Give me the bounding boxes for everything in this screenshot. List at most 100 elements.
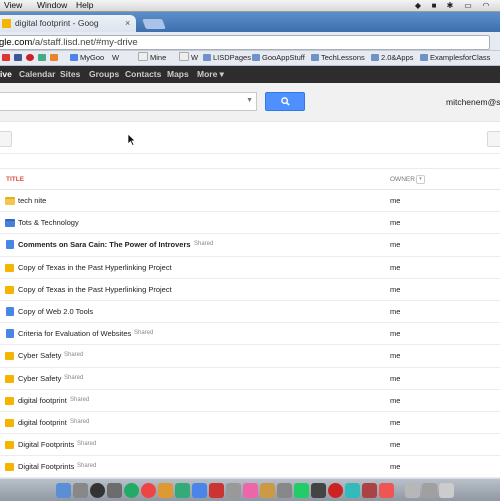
search-options-dropdown-icon[interactable]: ▼ bbox=[246, 97, 253, 104]
file-row[interactable]: Tots & Technology me bbox=[0, 212, 500, 235]
downloads-dock-icon[interactable] bbox=[405, 483, 420, 498]
bookmark-w[interactable]: W bbox=[112, 51, 119, 65]
app-dock-icon[interactable] bbox=[311, 483, 326, 498]
wifi-tray-icon[interactable]: ◠ bbox=[482, 1, 490, 10]
file-name[interactable]: Criteria for Evaluation of Websites bbox=[18, 323, 131, 344]
file-row[interactable]: Copy of Web 2.0 Tools me bbox=[0, 301, 500, 324]
file-row[interactable]: Cyber Safety Shared me bbox=[0, 368, 500, 390]
file-name[interactable]: Tots & Technology bbox=[18, 212, 79, 233]
pdf-dock-icon[interactable] bbox=[209, 483, 224, 498]
bookmark-page-icon bbox=[138, 52, 148, 61]
new-tab-button[interactable] bbox=[142, 19, 166, 29]
safari-dock-icon[interactable] bbox=[124, 483, 139, 498]
owner-column-header[interactable]: OWNER bbox=[390, 176, 415, 183]
bookmark-mygoo[interactable]: MyGoo bbox=[70, 51, 104, 65]
bookmark-techlessons[interactable]: TechLessons bbox=[311, 51, 365, 65]
browser-tab-strip: digital footprint - Goog × bbox=[0, 12, 500, 32]
firefox-dock-icon[interactable] bbox=[158, 483, 173, 498]
file-name[interactable]: Cyber Safety bbox=[18, 345, 61, 366]
photos-dock-icon[interactable] bbox=[260, 483, 275, 498]
text-app-dock-icon[interactable] bbox=[345, 483, 360, 498]
pinterest-bookmark-icon[interactable] bbox=[26, 51, 36, 65]
select-checkbox-button[interactable] bbox=[0, 131, 12, 147]
bookmark-mine[interactable]: Mine bbox=[138, 51, 166, 65]
docs-dock-icon[interactable] bbox=[192, 483, 207, 498]
app-dock-icon[interactable] bbox=[379, 483, 394, 498]
search-button[interactable] bbox=[265, 92, 305, 111]
shared-folder-icon bbox=[5, 219, 15, 228]
file-row[interactable]: digital footprint Shared me bbox=[0, 412, 500, 435]
file-row[interactable]: digital footprint Shared me bbox=[0, 390, 500, 412]
menu-help[interactable]: Help bbox=[76, 0, 93, 11]
bookmark-lisdpages[interactable]: LISDPages bbox=[203, 51, 251, 65]
gbar-calendar[interactable]: Calendar bbox=[19, 66, 55, 83]
drive-search-row: ▼ mitchenem@staf bbox=[0, 83, 500, 122]
gbar-groups[interactable]: Groups bbox=[89, 66, 119, 83]
drive-dock-icon[interactable] bbox=[175, 483, 190, 498]
settings-dock-icon[interactable] bbox=[277, 483, 292, 498]
app-dock-icon[interactable] bbox=[328, 483, 343, 498]
gbar-maps[interactable]: Maps bbox=[167, 66, 189, 83]
file-name[interactable]: Copy of Texas in the Past Hyperlinking P… bbox=[18, 279, 172, 300]
file-row[interactable]: Criteria for Evaluation of Websites Share… bbox=[0, 323, 500, 346]
owner-cell: me bbox=[390, 196, 401, 205]
close-tab-icon[interactable]: × bbox=[125, 15, 130, 32]
url-field[interactable]: gle.com/a/staff.lisd.net/#my-drive bbox=[0, 35, 490, 50]
file-name[interactable]: digital footprint bbox=[18, 412, 67, 433]
gbar-more[interactable]: More ▾ bbox=[197, 66, 224, 83]
title-column-header[interactable]: TITLE bbox=[6, 176, 24, 183]
bookmark-examplesforclass[interactable]: ExamplesforClass bbox=[420, 51, 490, 65]
finder-dock-icon[interactable] bbox=[56, 483, 71, 498]
launchpad-dock-icon[interactable] bbox=[73, 483, 88, 498]
gbar-sites[interactable]: Sites bbox=[60, 66, 80, 83]
menu-window[interactable]: Window bbox=[37, 0, 67, 11]
menu-view[interactable]: View bbox=[4, 0, 22, 11]
airplay-tray-icon[interactable]: ▭ bbox=[464, 1, 472, 10]
bluetooth-tray-icon[interactable]: ✱ bbox=[446, 1, 454, 10]
app-dock-icon[interactable] bbox=[294, 483, 309, 498]
bookmark-red-icon[interactable] bbox=[2, 51, 12, 65]
evernote-tray-icon[interactable]: ■ bbox=[430, 1, 438, 10]
bookmark-blue-icon[interactable] bbox=[14, 51, 24, 65]
owner-cell: me bbox=[390, 395, 401, 405]
url-path: /a/staff.lisd.net/#my-drive bbox=[32, 37, 138, 48]
itunes-dock-icon[interactable] bbox=[243, 483, 258, 498]
bookmark-orange-icon[interactable] bbox=[50, 51, 60, 65]
preview-dock-icon[interactable] bbox=[226, 483, 241, 498]
file-name[interactable]: Cyber Safety bbox=[18, 368, 61, 389]
trash-dock-icon[interactable] bbox=[439, 483, 454, 498]
browser-tab[interactable]: digital footprint - Goog × bbox=[0, 15, 136, 32]
mission-control-dock-icon[interactable] bbox=[107, 483, 122, 498]
file-name[interactable]: Digital Footprints bbox=[18, 456, 74, 477]
app-dock-icon[interactable] bbox=[362, 483, 377, 498]
search-input[interactable]: ▼ bbox=[0, 92, 257, 111]
bookmark-w2[interactable]: W bbox=[179, 51, 198, 65]
chrome-dock-icon[interactable] bbox=[141, 483, 156, 498]
dashboard-dock-icon[interactable] bbox=[90, 483, 105, 498]
file-name[interactable]: digital footprint bbox=[18, 390, 67, 411]
file-row[interactable]: tech nite me bbox=[0, 190, 500, 213]
gbar-drive[interactable]: ive bbox=[0, 66, 12, 83]
file-row[interactable]: Copy of Texas in the Past Hyperlinking P… bbox=[0, 257, 500, 279]
view-settings-button[interactable] bbox=[487, 131, 500, 147]
bookmarks-bar: MyGoo W Mine W LISDPages GooAppStuff Tec… bbox=[0, 51, 500, 66]
file-name[interactable]: Copy of Web 2.0 Tools bbox=[18, 301, 93, 322]
gbar-contacts[interactable]: Contacts bbox=[125, 66, 161, 83]
file-row[interactable]: Copy of Texas in the Past Hyperlinking P… bbox=[0, 279, 500, 301]
file-row[interactable]: Digital Footprints Shared me bbox=[0, 434, 500, 457]
bookmark-2-0-apps[interactable]: 2.0&Apps bbox=[371, 51, 414, 65]
file-name[interactable]: tech nite bbox=[18, 190, 46, 211]
dropbox-tray-icon[interactable]: ◆ bbox=[414, 1, 422, 10]
documents-dock-icon[interactable] bbox=[422, 483, 437, 498]
shared-label: Shared bbox=[77, 441, 97, 448]
file-row[interactable]: Digital Footprints Shared me bbox=[0, 456, 500, 479]
file-name[interactable]: Comments on Sara Cain: The Power of Intr… bbox=[18, 234, 191, 255]
owner-sort-dropdown-icon[interactable]: ▾ bbox=[416, 175, 425, 184]
user-account-email[interactable]: mitchenem@staf bbox=[446, 97, 500, 107]
bookmark-green-icon[interactable] bbox=[38, 51, 48, 65]
file-row[interactable]: Comments on Sara Cain: The Power of Intr… bbox=[0, 234, 500, 257]
file-name[interactable]: Copy of Texas in the Past Hyperlinking P… bbox=[18, 257, 172, 278]
file-row[interactable]: Cyber Safety Shared me bbox=[0, 345, 500, 368]
bookmark-gooappstuff[interactable]: GooAppStuff bbox=[252, 51, 305, 65]
file-name[interactable]: Digital Footprints bbox=[18, 434, 74, 455]
